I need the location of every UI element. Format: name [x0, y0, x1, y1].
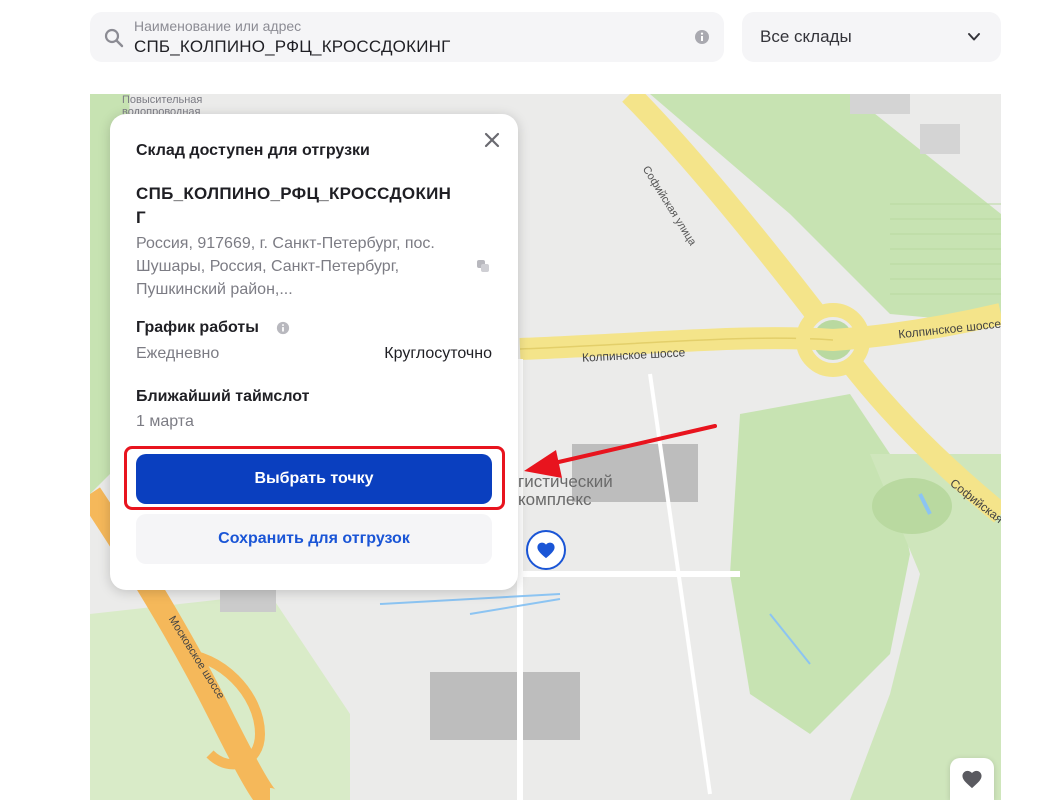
highlight-annotation [124, 446, 505, 510]
heart-icon [537, 542, 555, 559]
search-input[interactable]: Наименование или адрес СПБ_КОЛПИНО_РФЦ_К… [90, 12, 724, 62]
schedule-days: Ежедневно [136, 345, 220, 362]
warehouse-filter-value: Все склады [760, 27, 852, 46]
search-value[interactable]: СПБ_КОЛПИНО_РФЦ_КРОССДОКИНГ [134, 36, 451, 58]
search-placeholder: Наименование или адрес [134, 18, 302, 34]
timeslot-value: 1 марта [136, 413, 194, 430]
map-label-complex: комплекс [518, 490, 592, 509]
warehouse-filter-select[interactable]: Все склады [742, 12, 1001, 62]
warehouse-popup: Склад доступен для отгрузки СПБ_КОЛПИНО_… [110, 114, 518, 590]
schedule-title: График работы [136, 319, 259, 336]
page: Наименование или адрес СПБ_КОЛПИНО_РФЦ_К… [0, 0, 1041, 800]
info-icon[interactable] [276, 321, 290, 335]
search-icon [104, 28, 124, 48]
info-icon[interactable] [694, 29, 710, 45]
heart-icon [962, 770, 982, 789]
close-icon[interactable] [484, 132, 500, 148]
favorites-button[interactable] [950, 758, 994, 800]
warehouse-name: СПБ_КОЛПИНО_РФЦ_КРОССДОКИНГ [136, 184, 452, 227]
schedule-hours: Круглосуточно [384, 345, 492, 362]
save-for-shipments-button[interactable]: Сохранить для отгрузок [136, 514, 492, 564]
chevron-down-icon [968, 33, 980, 41]
timeslot-title: Ближайший таймслот [136, 388, 310, 405]
warehouse-map-marker[interactable] [526, 530, 566, 570]
warehouse-address: Россия, 917669, г. Санкт-Петербург, пос.… [136, 235, 435, 298]
arrow-annotation [524, 424, 717, 478]
popup-header: Склад доступен для отгрузки [136, 142, 370, 159]
copy-icon[interactable] [476, 259, 490, 273]
